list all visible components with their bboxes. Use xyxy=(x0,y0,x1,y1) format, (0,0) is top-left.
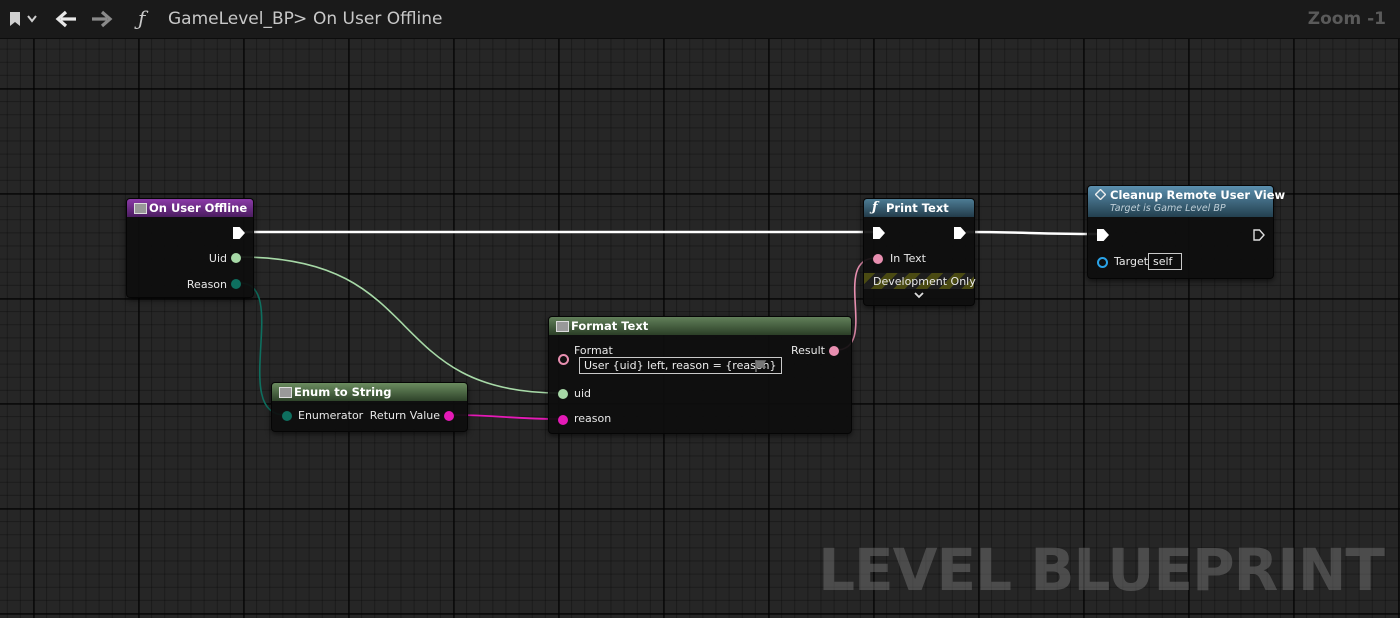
function-node-icon xyxy=(556,321,569,332)
function-node-icon xyxy=(279,387,292,398)
back-arrow-icon[interactable] xyxy=(55,10,77,28)
node-title: Print Text xyxy=(886,201,949,215)
node-print-text[interactable]: ƒ Print Text In Text Development Only xyxy=(863,198,976,306)
node-header: Format Text xyxy=(549,317,851,335)
node-header: Enum to String xyxy=(272,383,467,401)
uid-in-pin[interactable] xyxy=(558,389,568,399)
node-title: Cleanup Remote User View xyxy=(1110,188,1286,202)
graph-toolbar: ƒ GameLevel_BP > On User Offline Zoom -1 xyxy=(0,0,1400,39)
exec-in-pin[interactable] xyxy=(873,227,885,239)
pin-label-reason: reason xyxy=(574,412,612,425)
in-text-pin[interactable] xyxy=(873,254,883,264)
enumerator-in-pin[interactable] xyxy=(282,411,292,421)
bookmark-icon[interactable] xyxy=(9,12,21,26)
exec-wire-print-to-cleanup xyxy=(965,230,1099,236)
node-subtitle: Target is Game Level BP xyxy=(1110,203,1226,214)
custom-event-icon xyxy=(1095,189,1106,200)
pin-label-target: Target xyxy=(1114,255,1149,268)
pin-label-return-value: Return Value xyxy=(369,409,440,422)
reason-out-pin[interactable] xyxy=(231,279,241,289)
chevron-down-icon[interactable] xyxy=(27,15,37,23)
level-blueprint-watermark: LEVEL BLUEPRINT xyxy=(818,536,1385,604)
format-text-input[interactable]: User {uid} left, reason = {reason} xyxy=(579,357,782,374)
pin-label-format: Format xyxy=(574,344,613,357)
return-value-wire xyxy=(451,414,561,420)
exec-out-pin[interactable] xyxy=(954,227,966,239)
node-enum-to-string[interactable]: Enum to String Enumerator Return Value xyxy=(271,382,468,432)
format-in-pin[interactable] xyxy=(558,354,569,365)
pin-label-uid: uid xyxy=(574,387,592,400)
node-cleanup-remote-user-view[interactable]: Cleanup Remote User View Target is Game … xyxy=(1087,185,1285,279)
node-header: Cleanup Remote User View Target is Game … xyxy=(1088,186,1285,217)
flag-icon[interactable] xyxy=(755,360,767,372)
node-header: On User Offline xyxy=(127,199,253,217)
node-title: Enum to String xyxy=(294,385,392,399)
node-on-user-offline[interactable]: On User Offline Uid Reason xyxy=(126,198,254,298)
node-title: Format Text xyxy=(571,319,649,333)
development-only-label: Development Only xyxy=(873,275,976,288)
pin-label-result: Result xyxy=(791,344,825,357)
breadcrumb-root[interactable]: GameLevel_BP xyxy=(168,9,294,29)
pin-label-enumerator: Enumerator xyxy=(298,409,364,422)
forward-arrow-icon[interactable] xyxy=(91,10,113,28)
breadcrumb-separator: > xyxy=(293,9,308,29)
target-input[interactable]: self xyxy=(1148,253,1182,270)
zoom-level: Zoom -1 xyxy=(1307,9,1386,29)
pin-label-in-text: In Text xyxy=(890,252,926,265)
target-in-pin[interactable] xyxy=(1097,257,1108,268)
exec-out-pin[interactable] xyxy=(1253,229,1265,241)
reason-in-pin[interactable] xyxy=(558,415,568,425)
breadcrumb-current: On User Offline xyxy=(313,9,443,29)
exec-out-pin[interactable] xyxy=(233,227,245,239)
event-icon xyxy=(134,203,147,214)
result-out-pin[interactable] xyxy=(829,346,839,356)
chevron-down-icon[interactable] xyxy=(914,292,924,299)
wire-layer xyxy=(239,230,1099,420)
uid-out-pin[interactable] xyxy=(231,253,241,263)
uid-wire xyxy=(239,256,561,394)
function-icon: ƒ xyxy=(138,6,146,30)
node-format-text[interactable]: Format Text Format User {uid} left, reas… xyxy=(548,316,852,434)
pin-label-uid: Uid xyxy=(208,252,227,265)
exec-in-pin[interactable] xyxy=(1097,229,1109,241)
node-title: On User Offline xyxy=(149,201,248,215)
return-value-out-pin[interactable] xyxy=(444,411,454,421)
node-header: ƒ Print Text xyxy=(864,199,974,217)
pin-label-reason: Reason xyxy=(186,278,227,291)
function-node-icon: ƒ xyxy=(872,200,878,215)
